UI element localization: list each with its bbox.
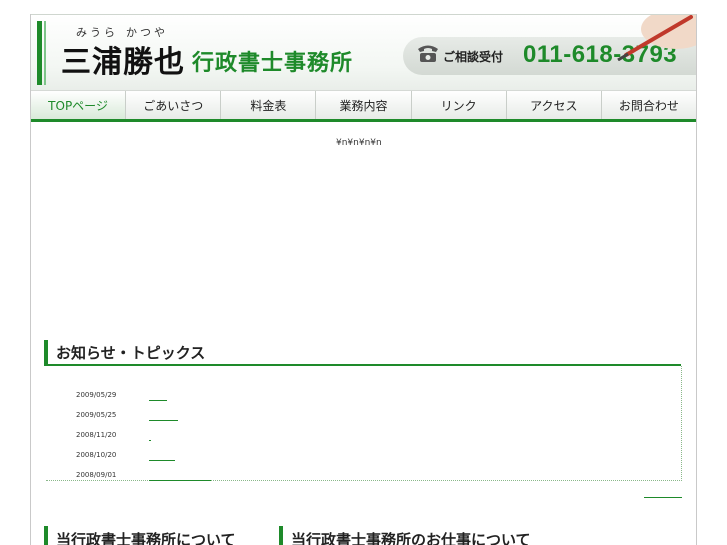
work-section-title: 当行政書士事務所のお仕事について: [291, 531, 531, 545]
nav-fees[interactable]: 料金表: [221, 91, 317, 119]
news-date: 2009/05/29: [76, 391, 117, 399]
owner-name: 三浦勝也: [61, 45, 185, 80]
news-list: 2009/05/29 2009/05/25 2008/11/20 2008/10…: [46, 366, 682, 481]
about-section-title: 当行政書士事務所について: [56, 531, 236, 545]
nav-contact[interactable]: お問合わせ: [602, 91, 696, 119]
phone-icon: [418, 45, 438, 62]
news-more-link[interactable]: [644, 496, 682, 498]
nav-greeting[interactable]: ごあいさつ: [126, 91, 222, 119]
header-accent-bar-light: [44, 21, 46, 85]
nav-access[interactable]: アクセス: [507, 91, 602, 119]
nav-services[interactable]: 業務内容: [316, 91, 412, 119]
about-section-header: 当行政書士事務所について: [44, 526, 274, 545]
news-link[interactable]: [149, 449, 175, 461]
nav-top[interactable]: TOPページ: [31, 91, 127, 119]
news-link[interactable]: [149, 409, 178, 421]
news-link[interactable]: [149, 429, 151, 441]
placeholder-text: ¥n¥n¥n¥n: [336, 138, 382, 148]
news-date: 2008/09/01: [76, 471, 117, 479]
header-accent-bar: [37, 21, 42, 85]
office-title: 行政書士事務所: [192, 51, 354, 76]
news-link[interactable]: [149, 469, 211, 481]
news-date: 2008/10/20: [76, 451, 117, 459]
site-header: みうら かつや 三浦勝也 行政書士事務所 ご相談受付 011-618-3793: [31, 14, 696, 90]
news-section-header: お知らせ・トピックス: [44, 340, 681, 366]
news-date: 2008/11/20: [76, 431, 117, 439]
news-link[interactable]: [149, 389, 167, 401]
pen-hand-image: [617, 15, 696, 61]
main-nav: TOPページ ごあいさつ 料金表 業務内容 リンク アクセス お問合わせ: [31, 90, 696, 122]
news-date: 2009/05/25: [76, 411, 117, 419]
contact-label: ご相談受付: [443, 50, 504, 64]
nav-links[interactable]: リンク: [412, 91, 507, 119]
work-section-header: 当行政書士事務所のお仕事について: [279, 526, 579, 545]
page-frame: みうら かつや 三浦勝也 行政書士事務所 ご相談受付 011-618-3793 …: [30, 14, 697, 545]
news-section-title: お知らせ・トピックス: [56, 344, 206, 362]
